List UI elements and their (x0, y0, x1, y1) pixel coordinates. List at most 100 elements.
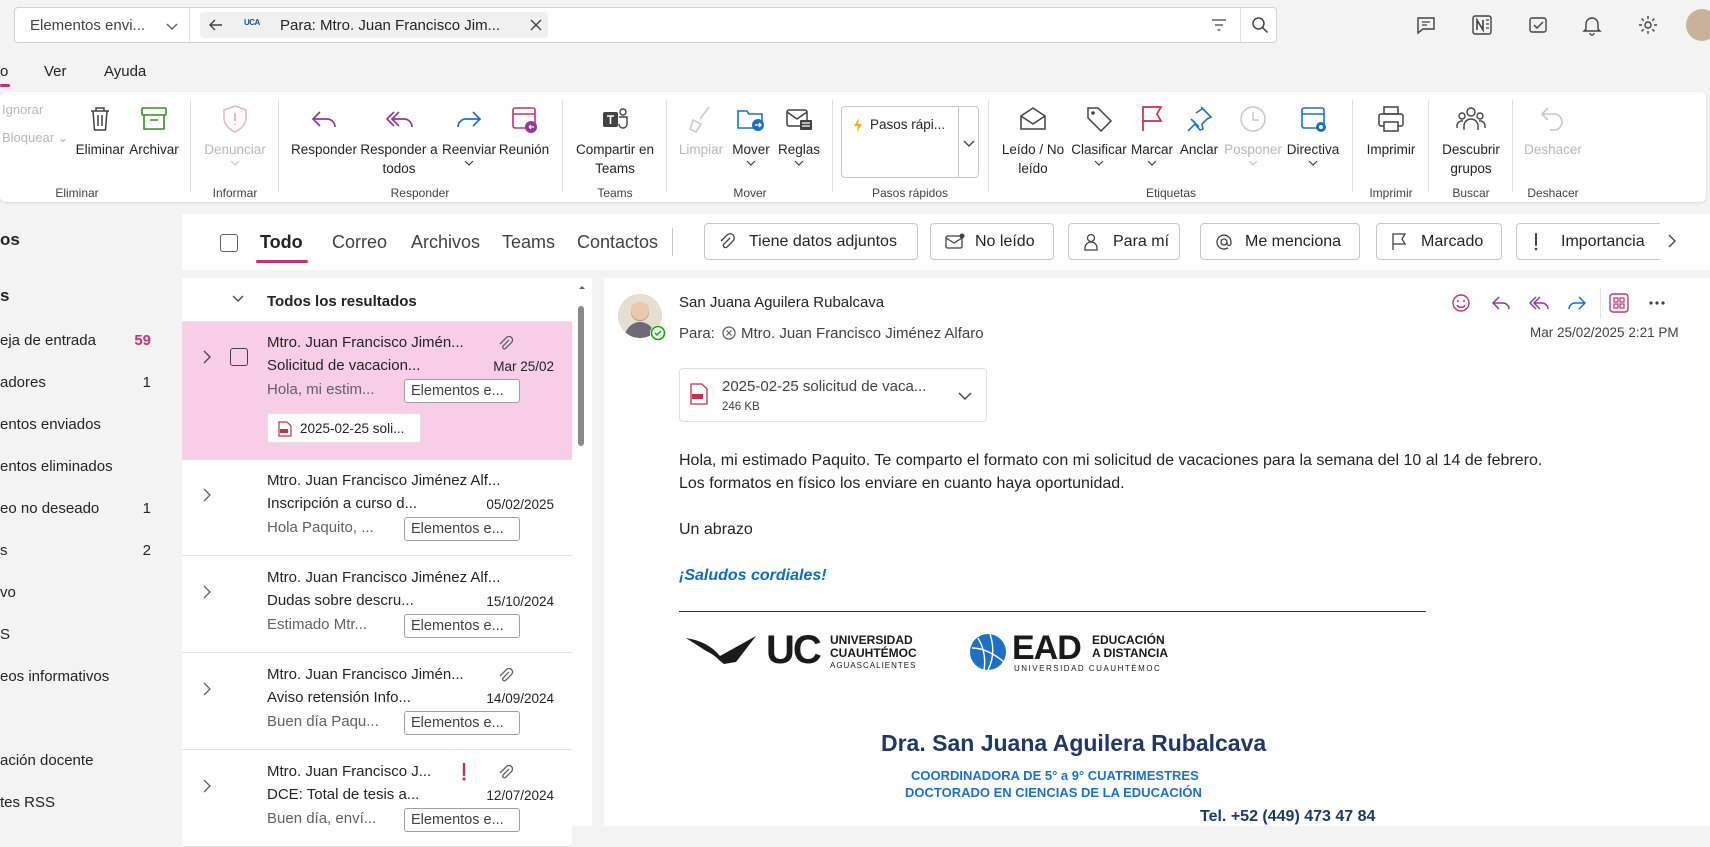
discover-groups-button[interactable]: Descubrir grupos (1434, 92, 1508, 178)
categorize-button[interactable]: Clasificar (1068, 92, 1130, 167)
filter-flagged-chip[interactable]: Marcado (1376, 223, 1502, 260)
nav-header-favorites[interactable]: os (0, 230, 165, 250)
folder-tag[interactable]: Elementos e... (404, 379, 520, 403)
reply-icon[interactable] (1490, 292, 1512, 314)
undo-button[interactable]: Deshacer (1520, 92, 1586, 159)
share-teams-button[interactable]: Compartir en Teams (572, 92, 658, 178)
more-options-icon[interactable] (1648, 300, 1666, 306)
folder-tag[interactable]: Elementos e... (404, 614, 520, 638)
back-arrow-icon[interactable] (208, 17, 224, 33)
user-avatar[interactable] (1686, 9, 1710, 41)
tab-ayuda[interactable]: Ayuda (104, 63, 146, 80)
notes-icon[interactable] (1526, 13, 1550, 37)
nav-item-teaching[interactable]: ación docente (0, 752, 165, 769)
pin-button[interactable]: Anclar (1176, 92, 1222, 159)
chevron-down-icon[interactable] (232, 295, 244, 303)
chevron-right-icon[interactable] (202, 585, 212, 599)
tab-todo[interactable]: Todo (260, 232, 303, 253)
list-item[interactable]: Mtro. Juan Francisco Jimén... Solicitud … (182, 322, 572, 460)
recipient-name[interactable]: Mtro. Juan Francisco Jiménez Alfaro (741, 325, 984, 342)
sweep-button[interactable]: Limpiar (676, 92, 726, 159)
folder-tag[interactable]: Elementos e... (404, 711, 520, 735)
nav-item-junk[interactable]: eo no deseado 1 (0, 500, 165, 517)
forward-button[interactable]: Reenviar (440, 92, 498, 167)
filter-icon[interactable] (1211, 18, 1227, 32)
nav-item-archive[interactable]: vo (0, 584, 165, 601)
tab-correo[interactable]: Correo (332, 232, 387, 253)
filter-to-me-chip[interactable]: Para mí (1068, 223, 1180, 260)
meeting-button[interactable]: Reunión (496, 92, 552, 159)
chat-icon[interactable] (1414, 13, 1438, 37)
nav-item-drafts[interactable]: adores 1 (0, 374, 165, 391)
close-icon[interactable] (530, 19, 542, 31)
folder-scope-select[interactable]: Elementos envi... (15, 8, 190, 42)
sender-name[interactable]: San Juana Aguilera Rubalcava (679, 294, 884, 311)
lightning-icon (854, 118, 862, 132)
chip-label: Importancia (1561, 232, 1645, 250)
message-checkbox[interactable] (230, 348, 248, 366)
snooze-button[interactable]: Posponer (1222, 92, 1284, 167)
filter-unread-chip[interactable]: No leído (930, 223, 1054, 260)
nav-item-sent[interactable]: entos enviados (0, 416, 165, 433)
nav-item-rss-feeds[interactable]: tes RSS (0, 794, 165, 811)
folder-tag[interactable]: Elementos e... (404, 808, 520, 832)
list-item[interactable]: Mtro. Juan Francisco Jiménez Alf... Insc… (182, 460, 572, 556)
flag-button[interactable]: Marcar (1126, 92, 1178, 167)
filter-mentions-chip[interactable]: Me menciona (1200, 223, 1360, 260)
scrollbar-thumb[interactable] (578, 306, 584, 446)
emoji-react-icon[interactable] (1450, 292, 1472, 314)
filter-importance-chip[interactable]: Importancia (1516, 223, 1660, 260)
chevron-right-icon[interactable] (202, 488, 212, 502)
chevron-right-icon[interactable] (202, 779, 212, 793)
block-button[interactable]: Bloquear ⌄ (2, 130, 69, 146)
reply-all-button[interactable]: Responder a todos (358, 92, 440, 178)
quick-steps-box[interactable]: Pasos rápi... (841, 106, 979, 178)
onenote-icon[interactable] (1470, 13, 1494, 37)
attachment-card[interactable]: 2025-02-25 solicitud de vaca... 246 KB (679, 368, 987, 422)
report-button[interactable]: Denunciar (200, 92, 270, 167)
search-icon[interactable] (1251, 16, 1269, 34)
folder-tag[interactable]: Elementos e... (404, 517, 520, 541)
nav-item-newsletters[interactable]: eos informativos (0, 668, 165, 685)
list-item[interactable]: Mtro. Juan Francisco J... DCE: Total de … (182, 751, 572, 847)
nav-item-deleted[interactable]: entos eliminados (0, 458, 165, 475)
search-box[interactable]: Elementos envi... UCA Para: Mtro. Juan F… (14, 7, 1277, 43)
tab-archivos[interactable]: Archivos (411, 232, 480, 253)
chevron-right-icon[interactable] (1666, 234, 1678, 248)
nav-header-account[interactable]: s (0, 286, 165, 306)
gear-icon[interactable] (1636, 13, 1660, 37)
reply-button[interactable]: Responder (288, 92, 360, 159)
chevron-down-icon[interactable] (958, 391, 972, 401)
rules-button[interactable]: Reglas (774, 92, 824, 167)
move-button[interactable]: Mover (726, 92, 776, 167)
read-unread-button[interactable]: Leído / No leído (998, 92, 1068, 178)
tab-ver[interactable]: Ver (44, 63, 67, 80)
tab-teams[interactable]: Teams (502, 232, 555, 253)
ead-logo-line2: A DISTANCIA (1092, 646, 1168, 660)
scroll-up-icon[interactable] (578, 284, 586, 290)
search-chip[interactable]: UCA Para: Mtro. Juan Francisco Jim... (200, 12, 548, 38)
filter-attachments-chip[interactable]: Tiene datos adjuntos (704, 223, 918, 260)
bell-icon[interactable] (1580, 13, 1604, 37)
print-button[interactable]: Imprimir (1360, 92, 1422, 159)
delete-button[interactable]: Eliminar (74, 92, 126, 159)
nav-item-notes[interactable]: s2 (0, 542, 165, 559)
chevron-down-icon[interactable] (963, 139, 975, 147)
nav-item-rss[interactable]: S (0, 626, 165, 643)
chevron-right-icon[interactable] (202, 682, 212, 696)
policy-button[interactable]: Directiva (1282, 92, 1344, 167)
nav-item-inbox[interactable]: eja de entrada 59 (0, 332, 165, 349)
ignore-button[interactable]: Ignorar (2, 102, 43, 117)
attachment-chip[interactable]: 2025-02-25 soli... (267, 413, 421, 443)
tab-contactos[interactable]: Contactos (577, 232, 658, 253)
apps-icon[interactable] (1608, 292, 1630, 314)
reply-all-icon[interactable] (1528, 292, 1550, 314)
archive-button[interactable]: Archivar (126, 92, 182, 159)
forward-icon[interactable] (1566, 292, 1588, 314)
snooze-label: Posponer (1224, 142, 1282, 157)
select-all-checkbox[interactable] (220, 234, 238, 252)
list-item[interactable]: Mtro. Juan Francisco Jimén... Aviso rete… (182, 654, 572, 750)
chevron-right-icon[interactable] (202, 350, 212, 364)
tab-message[interactable]: o (0, 63, 8, 80)
list-item[interactable]: Mtro. Juan Francisco Jiménez Alf... Duda… (182, 557, 572, 653)
